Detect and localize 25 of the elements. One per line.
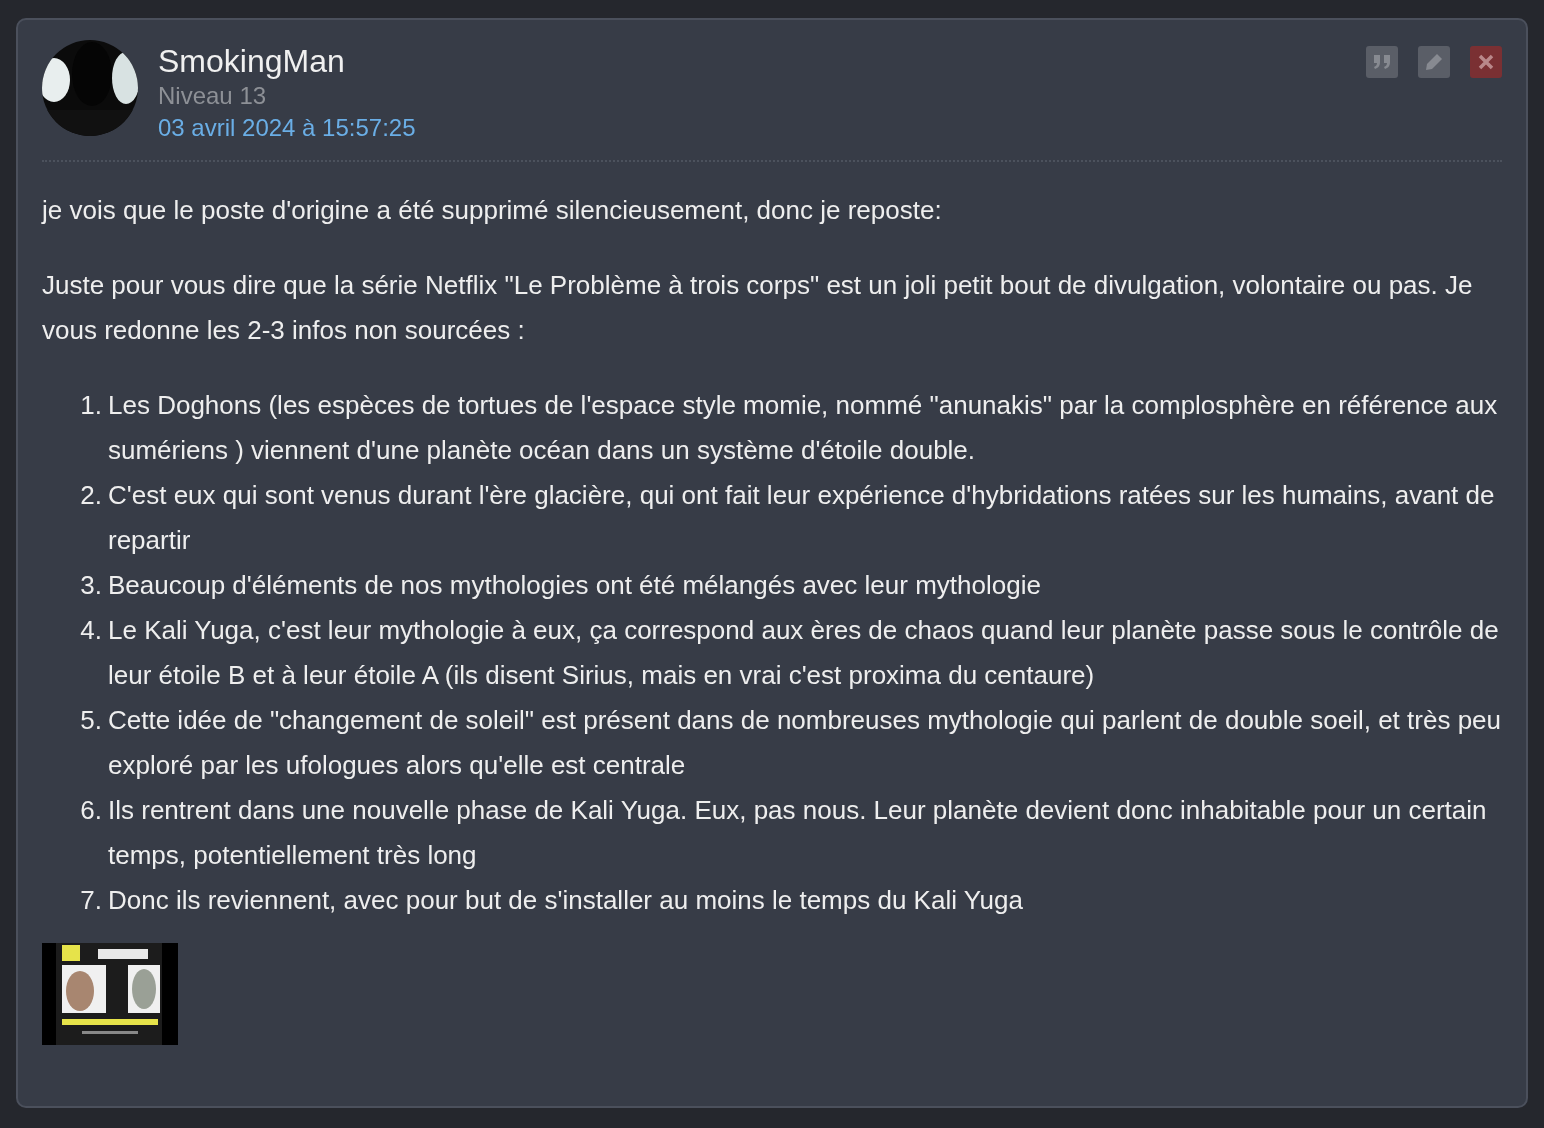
list-item: Donc ils reviennent, avec pour but de s'installer au moins le temps du Kali Yuga — [108, 884, 1024, 917]
delete-button[interactable] — [1470, 46, 1502, 78]
paragraph: je vois que le poste d'origine a été supprimé silencieusement, donc je reposte: — [42, 194, 943, 227]
list-number: 4. — [79, 614, 102, 647]
list-item: Le Kali Yuga, c'est leur mythologie à eux, ça correspond aux ères de chaos quand leur planète passe sous le contrôle de leur étoile B et à leur étoile A (ils disent Sirius, mais en vrai c'est proxima du centaure) — [108, 614, 1500, 692]
user-level: Niveau 13 — [158, 81, 268, 111]
list-item: Ils rentrent dans une nouvelle phase de Kali Yuga. Eux, pas nous. Leur planète devient donc inhabitable pour un certain temps, potentiellement très long — [108, 794, 1488, 872]
post-date[interactable]: 03 avril 2024 à 15:57:25 — [158, 112, 1346, 144]
list-item: Cette idée de "changement de soleil" est présent dans de nombreuses mythologie qui parlent de double soeil, et très peu exploré par les ufologues alors qu'elle est centrale — [108, 704, 1502, 782]
list-number: 3. — [79, 569, 102, 602]
list-item: C'est eux qui sont venus durant l'ère glacière, qui ont fait leur expérience d'hybridations ratées sur les humains, avant de repartir — [108, 479, 1496, 557]
quote-button[interactable] — [1366, 46, 1398, 78]
list-number: 6. — [79, 794, 102, 827]
edit-button[interactable] — [1418, 46, 1450, 78]
quote-icon — [1373, 55, 1391, 69]
pencil-icon — [1425, 53, 1443, 71]
list-number: 2. — [79, 479, 102, 512]
close-icon — [1478, 54, 1494, 70]
list-number: 7. — [79, 884, 102, 917]
author-name[interactable]: SmokingMan — [158, 42, 1346, 80]
list-item: Les Doghons (les espèces de tortues de l'espace style momie, nommé "anunakis" par la complosphère en référence aux sumériens ) viennent d'une planète océan dans un système d'étoile double. — [108, 389, 1499, 467]
list-number: 5. — [79, 704, 102, 737]
paragraph: Juste pour vous dire que la série Netflix "Le Problème à trois corps" est un joli petit bout de divulgation, volontaire ou pas. Je vous redonne les 2-3 infos non sourcées : — [42, 269, 1474, 347]
list-number: 1. — [79, 389, 102, 422]
list-item: Beaucoup d'éléments de nos mythologies ont été mélangés avec leur mythologie — [108, 569, 1042, 602]
